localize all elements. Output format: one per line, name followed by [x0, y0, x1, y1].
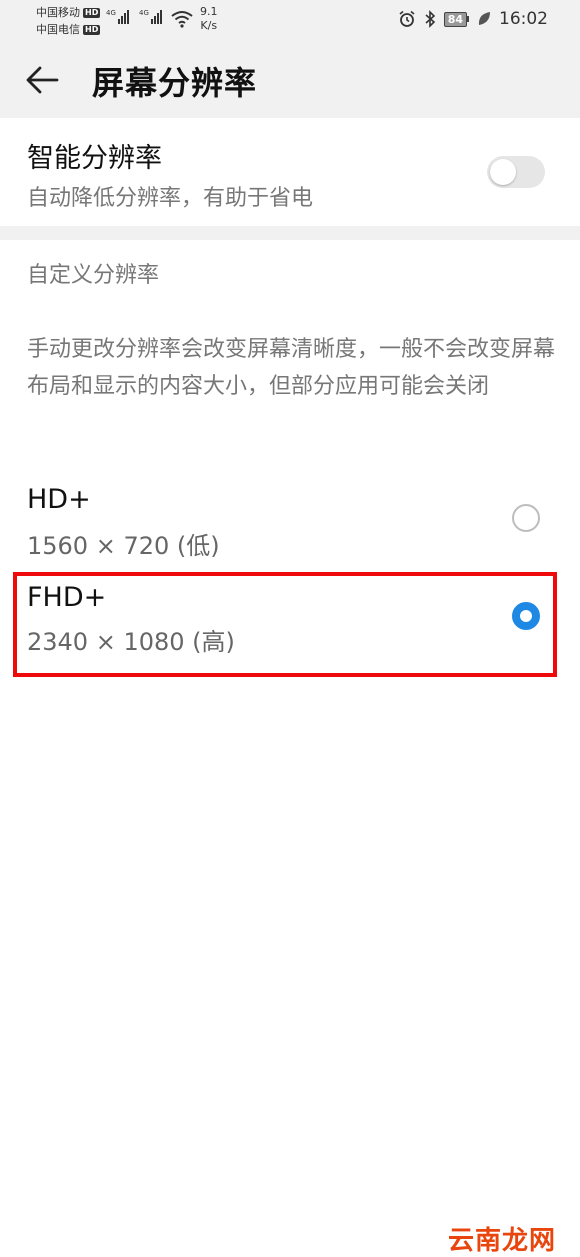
smart-resolution-row[interactable]: 智能分辨率 自动降低分辨率，有助于省电	[0, 118, 580, 226]
back-button[interactable]	[24, 62, 64, 98]
bluetooth-icon	[425, 10, 435, 28]
arrow-left-icon	[26, 66, 59, 94]
status-right-group: 84 16:02	[398, 9, 548, 29]
battery-icon: 84	[443, 11, 469, 27]
custom-resolution-description: 手动更改分辨率会改变屏幕清晰度，一般不会改变屏幕布局和显示的内容大小，但部分应用…	[27, 337, 556, 399]
page-title: 屏幕分辨率	[92, 64, 258, 102]
option-hd-plus[interactable]: HD+ 1560 × 720 (低)	[0, 478, 580, 578]
smart-resolution-title: 智能分辨率	[27, 143, 162, 174]
radio-fhd-plus[interactable]	[512, 602, 540, 630]
option-subtitle: 1560 × 720 (低)	[27, 532, 220, 560]
carrier-info: 中国移动 HD 中国电信 HD	[36, 4, 101, 38]
smart-resolution-toggle[interactable]	[487, 156, 545, 188]
wifi-icon	[171, 11, 193, 28]
speed-value: 9.1	[200, 5, 218, 18]
leaf-icon	[478, 12, 490, 25]
watermark: 云南龙网	[448, 1226, 557, 1256]
toggle-knob	[490, 159, 516, 185]
alarm-clock-icon	[399, 10, 415, 27]
option-title: FHD+	[27, 582, 107, 613]
network-type-1: 4G	[106, 9, 116, 17]
battery-level: 84	[443, 11, 467, 27]
hd-badge-1: HD	[83, 7, 101, 18]
carrier-1: 中国移动	[36, 6, 80, 19]
section-divider	[0, 226, 580, 240]
option-fhd-plus[interactable]: FHD+ 2340 × 1080 (高)	[0, 576, 580, 676]
option-title: HD+	[27, 484, 91, 515]
signal-2-icon: 4G	[139, 10, 162, 24]
radio-hd-plus[interactable]	[512, 504, 540, 532]
hd-badge-2: HD	[83, 24, 101, 35]
app-header: 屏幕分辨率	[0, 40, 580, 118]
option-subtitle: 2340 × 1080 (高)	[27, 628, 235, 656]
custom-resolution-header: 自定义分辨率	[27, 263, 160, 288]
smart-resolution-subtitle: 自动降低分辨率，有助于省电	[27, 186, 314, 211]
clock-time: 16:02	[499, 9, 548, 29]
status-bar: 中国移动 HD 中国电信 HD 4G 4G 9.1 K/s 84 16:02	[0, 0, 580, 40]
network-speed: 9.1 K/s	[200, 5, 218, 33]
network-type-2: 4G	[139, 9, 149, 17]
signal-1-icon: 4G	[106, 10, 129, 24]
carrier-2: 中国电信	[36, 23, 80, 36]
speed-unit: K/s	[200, 19, 218, 32]
